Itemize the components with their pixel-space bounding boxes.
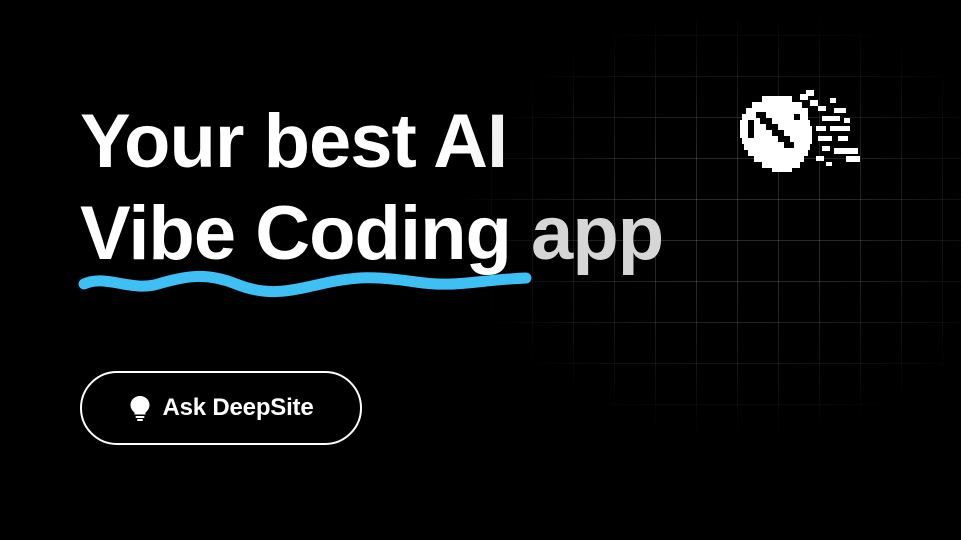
ask-deepsite-label: Ask DeepSite <box>162 394 314 421</box>
headline: Your best AI Vibe Coding app <box>80 96 664 280</box>
deepsite-pixel-whale-logo <box>740 90 860 172</box>
squiggle-underline <box>78 271 532 297</box>
ask-deepsite-button[interactable]: Ask DeepSite <box>80 371 362 445</box>
hero-banner: Your best AI Vibe Coding app Ask DeepSit… <box>0 0 961 540</box>
headline-line-1: Your best AI <box>80 96 663 188</box>
lightbulb-icon <box>130 396 149 421</box>
